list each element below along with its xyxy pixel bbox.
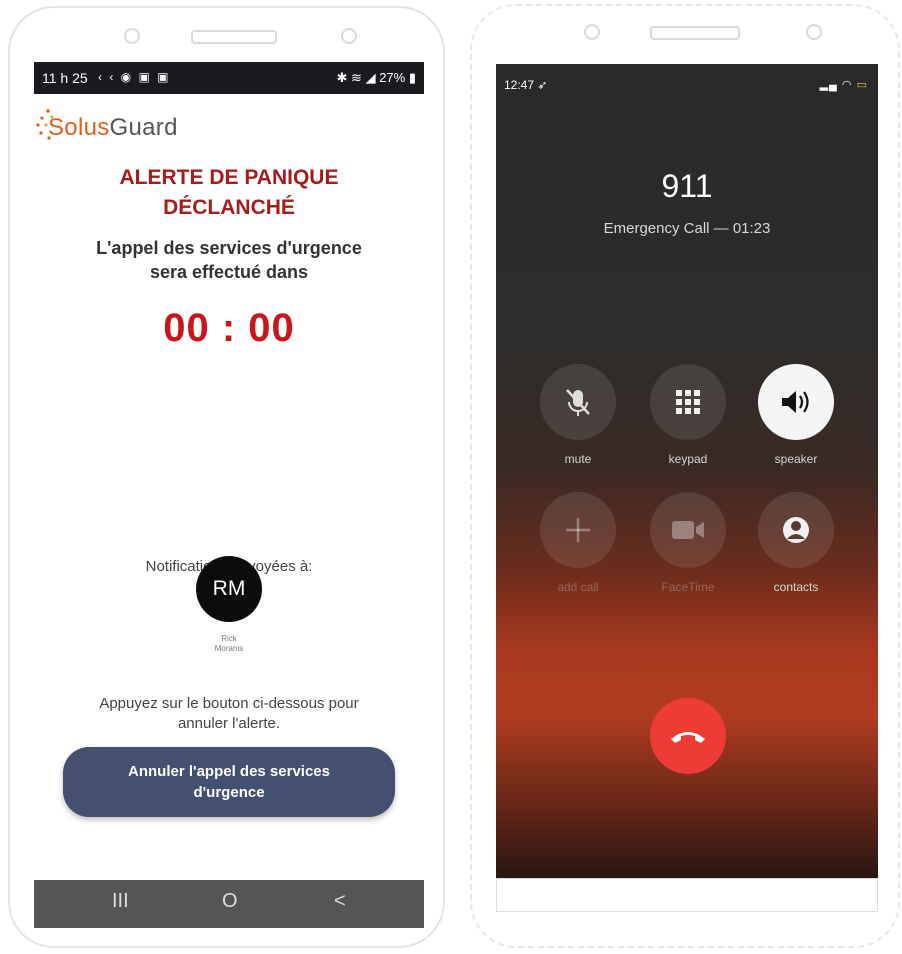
mute-button[interactable]: [540, 364, 616, 440]
facetime-label: FaceTime: [661, 580, 715, 594]
battery-percent: 27%: [379, 70, 406, 85]
alert-title-line1: ALERTE DE PANIQUE: [119, 166, 339, 189]
instruction-line1: Appuyez sur le bouton ci-dessous pour: [99, 695, 359, 712]
contact-last-name: Moranis: [214, 644, 244, 653]
logo-dots-icon: [36, 109, 54, 140]
wifi-icon: ◠: [841, 79, 853, 91]
bluetooth-icon: ✱: [336, 70, 348, 85]
sensor: [806, 24, 822, 40]
status-time: 12:47 ➶: [504, 78, 547, 92]
ios-call-screen: 12:47 ➶ ▂▄ ◠ ▭ 911 Emergency Call — 01:2…: [496, 64, 878, 878]
signal-icon: ▂▄: [819, 79, 838, 91]
call-status: Emergency Call — 01:23: [603, 220, 771, 237]
location-icon: ➶: [537, 78, 548, 92]
hang-up-icon: [671, 732, 705, 743]
keypad-button[interactable]: [650, 364, 726, 440]
earpiece-speaker: [191, 30, 277, 44]
subtitle-line1: L'appel des services d'urgence: [96, 238, 362, 258]
contact-name: Rick Moranis: [179, 634, 279, 654]
screen-bottom-bezel: [496, 878, 878, 912]
alert-content: SolusGuard ALERTE DE PANIQUE DÉCLANCHÉ L…: [34, 94, 424, 880]
keypad-icon: [676, 390, 700, 414]
contacts-label: contacts: [773, 580, 819, 594]
home-button[interactable]: O: [222, 890, 238, 913]
battery-icon: ▮: [408, 70, 416, 85]
call-number: 911: [661, 168, 713, 204]
back-button[interactable]: <: [334, 890, 346, 913]
ios-status-bar: 12:47 ➶ ▂▄ ◠ ▭: [496, 64, 878, 94]
end-call-button[interactable]: [650, 698, 726, 774]
keypad-label: keypad: [668, 452, 708, 466]
solusguard-app-screen: 11 h 25 ‹ ‹ ◉ ▣ ▣ ✱ ≋ ◢ 27% ▮ SolusGuard…: [34, 62, 424, 928]
avatar[interactable]: RM: [196, 556, 262, 622]
wifi-icon: ≋: [351, 70, 362, 85]
android-nav-bar: III O <: [34, 880, 424, 928]
logo-text-guard: Guard: [109, 114, 178, 141]
speaker-button[interactable]: [758, 364, 834, 440]
battery-icon: ▭: [856, 79, 868, 91]
instruction-line2: annuler l'alerte.: [177, 715, 281, 732]
avatar-initials: RM: [212, 577, 246, 600]
cancel-emergency-call-button[interactable]: Annuler l'appel des services d'urgence: [63, 747, 395, 817]
signal-icon: ◢: [365, 70, 376, 85]
subtitle-line2: sera effectué dans: [149, 262, 309, 282]
facetime-button[interactable]: [650, 492, 726, 568]
status-icons: ▂▄ ◠ ▭: [820, 78, 868, 91]
mic-off-icon: [566, 389, 590, 416]
contacts-icon: [783, 517, 809, 543]
status-bar: 11 h 25 ‹ ‹ ◉ ▣ ▣ ✱ ≋ ◢ 27% ▮: [34, 62, 424, 94]
solusguard-logo: SolusGuard: [36, 109, 178, 142]
plus-icon: [566, 518, 590, 542]
sensor: [341, 28, 357, 44]
video-icon: [672, 521, 704, 539]
mute-label: mute: [564, 452, 592, 466]
cancel-button-label: Annuler l'appel des services d'urgence: [128, 763, 330, 801]
status-right: ✱ ≋ ◢ 27% ▮: [337, 70, 417, 86]
recents-button[interactable]: III: [112, 890, 129, 913]
contact-first-name: Rick: [221, 634, 237, 643]
contacts-button[interactable]: [758, 492, 834, 568]
alert-title-line2: DÉCLANCHÉ: [163, 196, 295, 219]
earpiece-speaker: [650, 26, 740, 40]
notification-icons: ‹ ‹ ◉ ▣ ▣: [98, 70, 171, 84]
front-camera: [584, 24, 600, 40]
countdown-timer: 00 : 00: [163, 306, 295, 350]
status-time: 11 h 25: [42, 70, 88, 86]
speaker-icon: [782, 391, 809, 413]
status-time-text: 12:47: [504, 78, 535, 92]
add-call-label: add call: [557, 580, 599, 594]
add-call-button[interactable]: [540, 492, 616, 568]
speaker-label: speaker: [774, 452, 818, 466]
front-camera: [124, 28, 140, 44]
